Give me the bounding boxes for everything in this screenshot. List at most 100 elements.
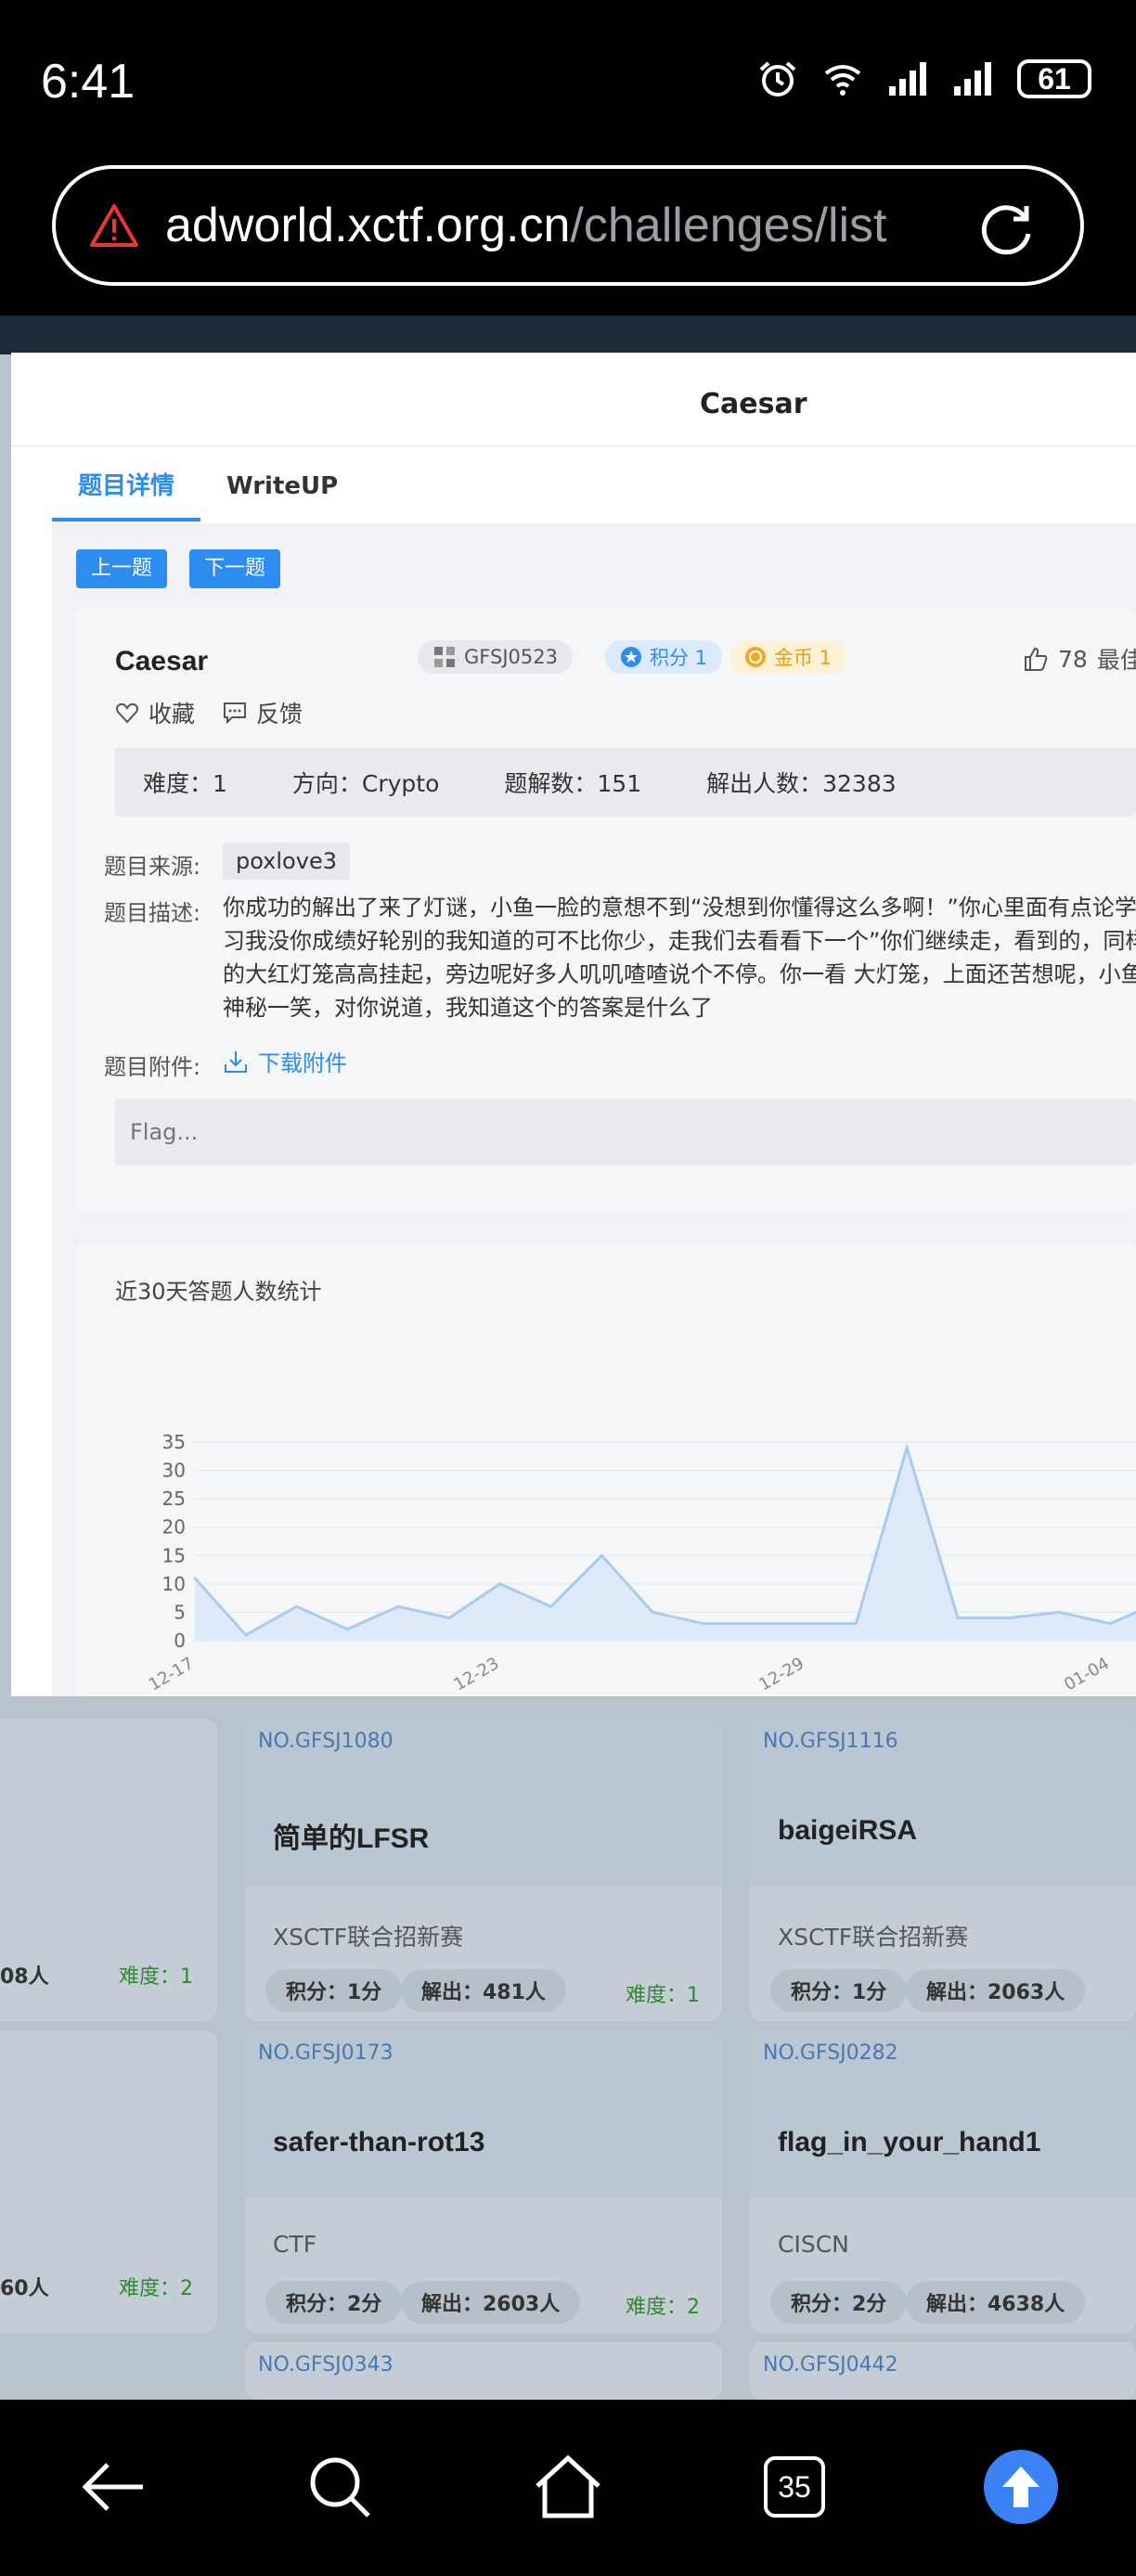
wifi-icon (824, 65, 861, 96)
card-number: NO.GFSJ0343 (258, 2353, 394, 2376)
data-point (498, 1582, 502, 1586)
signal-icon-2 (954, 62, 991, 96)
card-title: flag_in_your_hand1 (778, 2127, 1041, 2157)
data-point (193, 1577, 197, 1580)
challenge-actions: 收藏 反馈 (115, 696, 303, 729)
challenge-card[interactable]: NO.GFSJ0173 safer-than-rot13 CTF 积分：2分 解… (245, 2030, 722, 2333)
next-challenge-button[interactable]: 下一题 (189, 549, 281, 588)
card-difficulty: 难度：1 (626, 1984, 700, 2007)
favorite-label: 收藏 (148, 701, 196, 728)
data-point (804, 1622, 807, 1626)
favorite-button[interactable]: 收藏 (115, 696, 195, 729)
difficulty: 难度：1 (143, 770, 227, 797)
card-number: NO.GFSJ1116 (763, 1730, 898, 1753)
search-button[interactable] (293, 2441, 386, 2533)
clock: 6:41 (41, 55, 136, 109)
data-point (345, 1628, 349, 1631)
feedback-button[interactable]: 反馈 (223, 696, 303, 729)
modal-tabs: 题目详情 WriteUP (52, 460, 364, 522)
challenge-name: Caesar (115, 646, 209, 676)
prev-challenge-button[interactable]: 上一题 (76, 549, 168, 588)
y-tick-label: 25 (162, 1488, 186, 1510)
y-tick-label: 10 (162, 1573, 186, 1595)
flag-input[interactable] (115, 1099, 1136, 1166)
challenge-detail-card: Caesar GFSJ0523 积分 1 金币 1 78 最佳 收藏 反馈 难度… (76, 609, 1136, 1212)
card-title: safer-than-rot13 (273, 2127, 485, 2157)
x-tick-label: 12-29 (755, 1654, 807, 1694)
data-point (651, 1610, 654, 1614)
tabs-count: 35 (764, 2456, 825, 2518)
source-label: 题目来源: (104, 854, 201, 880)
challenge-card[interactable]: NO.GFSJ0282 flag_in_your_hand1 CISCN 积分：… (750, 2030, 1136, 2333)
comment-icon (224, 702, 247, 725)
y-tick-label: 30 (162, 1460, 186, 1482)
battery-indicator: 61 (1017, 59, 1091, 98)
challenge-card[interactable]: NO.GFSJ0343 (245, 2342, 722, 2400)
likes[interactable]: 78 最佳 (1023, 642, 1136, 676)
gold-tag: 金币 1 (729, 640, 847, 674)
url-text[interactable]: adworld.xctf.org.cn/challenges/list (165, 198, 887, 253)
score-value: 积分 1 (650, 647, 708, 669)
warning-icon (90, 204, 138, 247)
card-score: 积分：2分 (770, 2281, 908, 2324)
y-tick-label: 35 (162, 1431, 186, 1453)
challenge-card[interactable]: NO.GFSJ1116 baigeiRSA XSCTF联合招新赛 积分：1分 解… (750, 1719, 1136, 2021)
home-button[interactable] (522, 2441, 614, 2533)
data-point (600, 1553, 603, 1557)
answers-chart: 0510152025303512-1712-2312-2901-0401-10 (146, 1431, 1136, 1694)
gold-value: 金币 1 (774, 647, 833, 669)
challenge-card-partial[interactable]: 60人 难度：2 (0, 2030, 217, 2333)
url-bar[interactable]: adworld.xctf.org.cn/challenges/list (52, 165, 1084, 286)
modal-title: Caesar (700, 388, 807, 420)
card-score: 积分：1分 (770, 1969, 908, 2012)
stats-chart-card: 近30天答题人数统计 0 5 10 15 20 25 30 35 12-17 12-23 12-29… (76, 1242, 1136, 1696)
signal-icon (889, 62, 926, 96)
challenge-modal: Caesar 题目详情 WriteUP 上一题 下一题 Caesar GFSJ0… (11, 353, 1136, 1696)
data-point (753, 1622, 756, 1626)
tab-details[interactable]: 题目详情 (52, 460, 201, 522)
background-header (0, 316, 1136, 354)
feedback-label: 反馈 (256, 701, 303, 728)
data-point (549, 1604, 553, 1608)
data-point (702, 1622, 705, 1626)
card-solved: 解出：4638人 (906, 2281, 1086, 2324)
card-solved-fragment: 08人 (0, 1965, 49, 1989)
reload-icon[interactable] (975, 197, 1038, 260)
card-solved: 解出：481人 (401, 1969, 566, 2012)
modal-divider (11, 445, 1136, 447)
card-title: baigeiRSA (778, 1815, 918, 1846)
back-button[interactable] (67, 2441, 160, 2533)
likes-count: 78 (1058, 645, 1088, 673)
best-label: 最佳 (1096, 647, 1136, 674)
y-tick-label: 0 (174, 1629, 186, 1652)
card-source: XSCTF联合招新赛 (273, 1924, 464, 1951)
direction: 方向：Crypto (291, 770, 440, 797)
challenge-stats: 难度：1 方向：Crypto 题解数：151 解出人数：32383 (115, 748, 1136, 817)
card-difficulty: 难度：2 (119, 2277, 193, 2300)
data-point (447, 1616, 451, 1620)
challenge-card-partial[interactable]: 08人 难度：1 (0, 1719, 217, 2021)
card-number: NO.GFSJ1080 (258, 1730, 394, 1753)
card-number: NO.GFSJ0173 (258, 2041, 394, 2065)
tab-writeup[interactable]: WriteUP (200, 460, 364, 522)
challenge-card[interactable]: NO.GFSJ0442 (750, 2342, 1136, 2400)
solution-count: 题解数：151 (504, 770, 642, 797)
score-tag: 积分 1 (605, 640, 723, 674)
coin-icon (745, 647, 766, 667)
card-number: NO.GFSJ0282 (763, 2041, 898, 2065)
data-point (1108, 1622, 1112, 1626)
challenge-id-tag: GFSJ0523 (418, 640, 573, 674)
data-point (854, 1622, 858, 1626)
card-title: 简单的LFSR (273, 1823, 430, 1854)
bottom-nav: 35 (0, 2400, 1136, 2576)
tabs-button[interactable]: 35 (748, 2441, 841, 2533)
scroll-top-button[interactable] (975, 2441, 1067, 2533)
qr-icon (434, 647, 455, 667)
card-score: 积分：1分 (265, 1969, 403, 2012)
card-solved: 解出：2063人 (906, 1969, 1086, 2012)
heart-icon (116, 702, 138, 724)
y-tick-label: 20 (162, 1516, 186, 1539)
challenge-card[interactable]: NO.GFSJ1080 简单的LFSR XSCTF联合招新赛 积分：1分 解出：… (245, 1719, 722, 2021)
download-attachment-link[interactable]: 下载附件 (223, 1045, 347, 1077)
url-path: /challenges/list (570, 199, 887, 252)
